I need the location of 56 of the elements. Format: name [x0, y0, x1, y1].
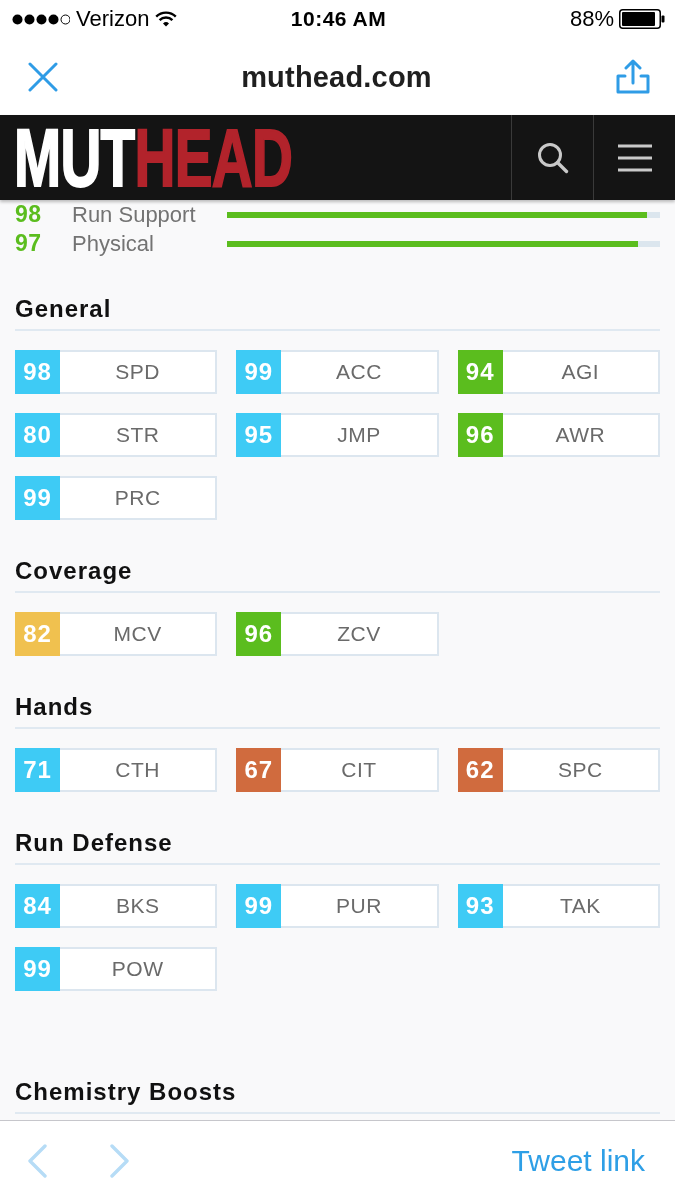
- attribute-abbreviation: ZCV: [337, 622, 381, 646]
- section-heading: General: [15, 294, 660, 331]
- attribute-rating: 62: [457, 748, 503, 792]
- attribute-abbreviation: PRC: [114, 486, 161, 510]
- clock-time: 10:46 AM: [290, 7, 387, 31]
- attribute-rating: 99: [15, 947, 60, 991]
- search-icon: [536, 141, 569, 174]
- close-button[interactable]: [28, 61, 58, 92]
- attribute-rating: 67: [236, 748, 282, 792]
- rating-value: 98: [15, 201, 42, 228]
- forward-chevron-icon: [110, 1143, 130, 1178]
- wifi-icon: [155, 11, 178, 27]
- attribute-abbreviation: SPD: [115, 360, 160, 384]
- page-domain: muthead.com: [240, 60, 433, 94]
- attribute-rating: 96: [236, 612, 282, 656]
- attribute-abbreviation: MCV: [113, 622, 162, 646]
- attribute-rating: 80: [15, 413, 60, 457]
- attribute-rating: 84: [15, 884, 60, 928]
- back-chevron-icon: [27, 1143, 47, 1178]
- attribute-rating: 82: [15, 612, 60, 656]
- attribute-abbreviation: TAK: [559, 894, 601, 918]
- attribute-abbreviation: ACC: [336, 360, 382, 384]
- battery-icon: [619, 9, 665, 29]
- section-heading: Chemistry Boosts: [15, 1077, 660, 1114]
- attribute-rating: 99: [236, 884, 282, 928]
- attribute-rating: 99: [236, 350, 282, 394]
- attribute-rating: 71: [15, 748, 60, 792]
- attribute-abbreviation: AGI: [561, 360, 600, 384]
- attribute-rating: 95: [236, 413, 282, 457]
- attribute-rating: 99: [15, 476, 60, 520]
- menu-icon: [617, 143, 652, 172]
- attribute-rating: 96: [457, 413, 503, 457]
- section-heading: Hands: [15, 692, 660, 729]
- close-icon: [28, 61, 58, 92]
- share-button[interactable]: [615, 58, 651, 95]
- section-heading: Run Defense: [15, 828, 660, 865]
- signal-strength-icon: [12, 13, 70, 25]
- attribute-abbreviation: STR: [115, 423, 160, 447]
- attribute-abbreviation: CIT: [341, 758, 377, 782]
- attribute-abbreviation: SPC: [557, 758, 603, 782]
- rating-value: 97: [15, 230, 42, 257]
- attribute-abbreviation: CTH: [115, 758, 160, 782]
- share-icon: [615, 58, 651, 95]
- attribute-rating: 98: [15, 350, 60, 394]
- carrier-name: Verizon: [76, 6, 150, 32]
- attribute-rating: 94: [457, 350, 503, 394]
- section-heading: Coverage: [15, 556, 660, 593]
- rating-name: Physical: [72, 230, 154, 257]
- battery-percentage: 88%: [569, 6, 614, 32]
- attribute-abbreviation: PUR: [336, 894, 382, 918]
- attribute-abbreviation: AWR: [555, 423, 606, 447]
- rating-name: Run Support: [72, 201, 196, 228]
- attribute-abbreviation: POW: [111, 957, 164, 981]
- attribute-abbreviation: JMP: [337, 423, 381, 447]
- attribute-rating: 93: [457, 884, 503, 928]
- attribute-abbreviation: BKS: [115, 894, 160, 918]
